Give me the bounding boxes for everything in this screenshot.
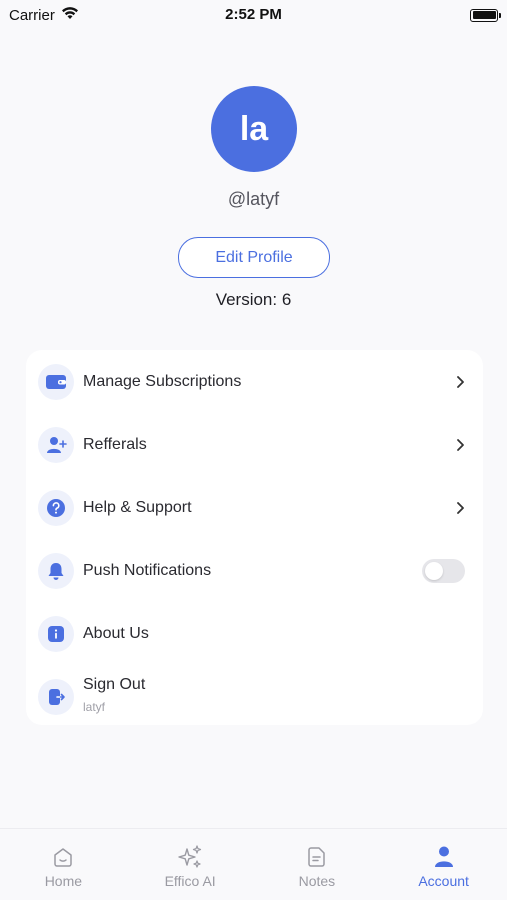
tab-bar: Home Effico AI Notes Account (0, 828, 507, 900)
menu-item-sign-out[interactable]: Sign Out latyf (26, 665, 483, 728)
battery-icon (470, 8, 501, 22)
menu-item-refferals[interactable]: Refferals (26, 413, 483, 476)
add-user-icon (38, 426, 74, 463)
sparkles-icon (177, 844, 203, 870)
menu-label: Help & Support (83, 498, 192, 516)
menu-item-push-notifications: Push Notifications (26, 539, 483, 602)
tab-notes[interactable]: Notes (254, 829, 381, 900)
toggle-knob (425, 561, 443, 580)
push-notifications-toggle[interactable] (422, 558, 465, 583)
chevron-right-icon (457, 501, 464, 514)
account-icon (433, 844, 455, 870)
menu-label: About Us (83, 624, 149, 642)
tab-account[interactable]: Account (380, 829, 507, 900)
menu-label: Sign Out (83, 676, 146, 693)
tab-label: Effico AI (164, 873, 216, 889)
version-label: Version: 6 (215, 290, 292, 309)
status-time: 2:52 PM (225, 6, 282, 23)
menu-item-manage-subscriptions[interactable]: Manage Subscriptions (26, 350, 483, 413)
menu-label: Manage Subscriptions (83, 372, 242, 390)
home-icon (52, 844, 74, 870)
menu-label: Push Notifications (83, 561, 212, 579)
bell-icon (38, 552, 74, 589)
tab-label: Home (44, 873, 83, 889)
avatar: la (211, 86, 297, 172)
username: @latyf (227, 189, 280, 209)
chevron-right-icon (457, 375, 464, 388)
notes-icon (306, 844, 328, 870)
signed-in-user: latyf (83, 700, 106, 714)
tab-label: Notes (298, 873, 336, 889)
tab-label: Account (418, 873, 469, 889)
settings-menu: Manage Subscriptions Refferals Help & Su… (26, 350, 483, 725)
chevron-right-icon (457, 438, 464, 451)
wallet-icon (38, 363, 74, 400)
menu-item-help-support[interactable]: Help & Support (26, 476, 483, 539)
info-icon (38, 615, 74, 652)
status-bar: Carrier 2:52 PM (0, 0, 507, 30)
avatar-initials: la (239, 109, 269, 148)
tab-effico-ai[interactable]: Effico AI (127, 829, 254, 900)
tab-home[interactable]: Home (0, 829, 127, 900)
sign-out-icon (38, 678, 74, 715)
menu-item-about-us[interactable]: About Us (26, 602, 483, 665)
edit-profile-button[interactable]: Edit Profile (178, 237, 330, 278)
help-icon (38, 489, 74, 526)
menu-label: Refferals (83, 435, 147, 453)
